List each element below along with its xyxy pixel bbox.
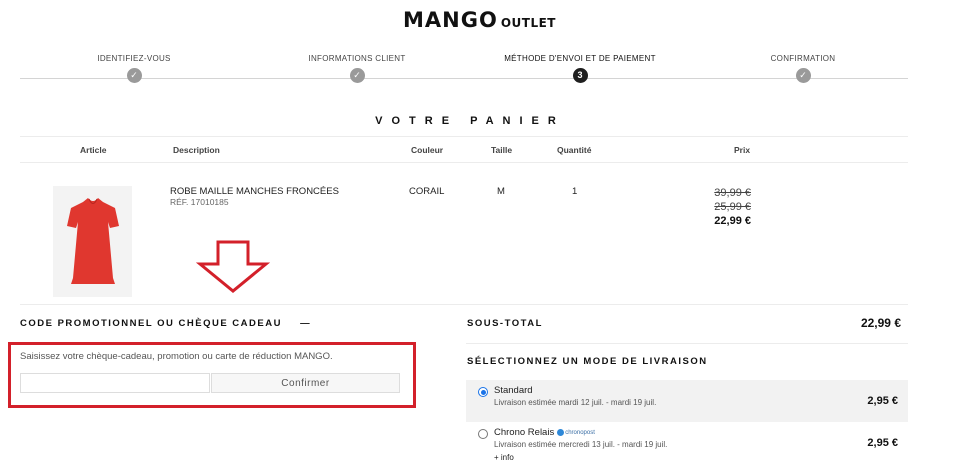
check-icon: ✓ bbox=[349, 68, 365, 83]
dress-image bbox=[67, 198, 119, 284]
check-icon: ✓ bbox=[795, 68, 811, 83]
product-color: CORAIL bbox=[409, 186, 445, 197]
more-info-link[interactable]: + info bbox=[494, 453, 514, 462]
carrier-name: chronopost bbox=[565, 430, 595, 437]
delivery-option-price: 2,95 € bbox=[867, 395, 898, 407]
check-icon: ✓ bbox=[126, 68, 142, 83]
price-original: 39,99 € bbox=[714, 187, 751, 199]
column-header-quantity: Quantité bbox=[557, 145, 592, 155]
subtotal-value: 22,99 € bbox=[860, 316, 901, 330]
divider bbox=[20, 136, 908, 137]
promo-title-text: CODE PROMOTIONNEL OU CHÈQUE CADEAU bbox=[20, 318, 282, 329]
logo-brand: MANGO bbox=[403, 8, 498, 32]
product-size: M bbox=[497, 186, 505, 197]
promo-section-title[interactable]: CODE PROMOTIONNEL OU CHÈQUE CADEAU — bbox=[20, 318, 311, 329]
radio-button-selected[interactable] bbox=[478, 387, 488, 397]
confirm-promo-button[interactable]: Confirmer bbox=[211, 373, 400, 393]
down-arrow-icon bbox=[195, 240, 271, 299]
column-header-description: Description bbox=[173, 145, 220, 155]
delivery-option-price: 2,95 € bbox=[867, 437, 898, 449]
column-header-color: Couleur bbox=[411, 145, 444, 155]
promo-instructions: Saisissez votre chèque-cadeau, promotion… bbox=[20, 351, 333, 362]
delivery-option-date: Livraison estimée mardi 12 juil. - mardi… bbox=[494, 398, 657, 407]
radio-button[interactable] bbox=[478, 429, 488, 439]
divider bbox=[466, 343, 908, 344]
cart-title: VOTRE PANIER bbox=[375, 115, 565, 127]
delivery-option-chrono-relais[interactable]: Chrono Relais chronopost Livraison estimé… bbox=[466, 422, 908, 466]
step-customer-info[interactable]: INFORMATIONS CLIENT ✓ bbox=[262, 52, 452, 85]
step-number-badge: 3 bbox=[572, 68, 588, 83]
delivery-section-title: SÉLECTIONNEZ UN MODE DE LIVRAISON bbox=[467, 356, 708, 367]
delivery-option-date: Livraison estimée mercredi 13 juil. - ma… bbox=[494, 440, 668, 449]
delivery-option-name-wrap: Chrono Relais chronopost bbox=[494, 427, 595, 438]
collapse-icon[interactable]: — bbox=[300, 318, 311, 329]
product-image[interactable] bbox=[53, 186, 132, 297]
mango-outlet-logo[interactable]: MANGO OUTLET bbox=[0, 8, 959, 32]
product-ref: RÉF. 17010185 bbox=[170, 197, 229, 207]
divider bbox=[20, 304, 908, 305]
chronopost-logo-icon: chronopost bbox=[557, 428, 595, 437]
product-quantity: 1 bbox=[572, 186, 578, 197]
delivery-option-standard[interactable]: Standard Livraison estimée mardi 12 juil… bbox=[466, 380, 908, 422]
product-name[interactable]: ROBE MAILLE MANCHES FRONCÉES bbox=[170, 186, 339, 197]
column-header-article: Article bbox=[80, 145, 107, 155]
price-previous: 25,99 € bbox=[714, 201, 751, 213]
price-final: 22,99 € bbox=[714, 215, 751, 227]
subtotal-label: SOUS-TOTAL bbox=[467, 318, 543, 329]
delivery-option-name: Chrono Relais bbox=[494, 427, 555, 438]
step-identify[interactable]: IDENTIFIEZ-VOUS ✓ bbox=[39, 52, 229, 85]
delivery-option-name: Standard bbox=[494, 385, 533, 396]
step-shipping-payment: MÉTHODE D'ENVOI ET DE PAIEMENT 3 bbox=[485, 52, 675, 85]
logo-sub-brand: OUTLET bbox=[500, 16, 556, 30]
step-confirmation: CONFIRMATION ✓ bbox=[708, 52, 898, 85]
promo-code-input[interactable] bbox=[20, 373, 210, 393]
column-header-price: Prix bbox=[734, 145, 751, 155]
column-header-size: Taille bbox=[491, 145, 513, 155]
divider bbox=[20, 162, 908, 163]
